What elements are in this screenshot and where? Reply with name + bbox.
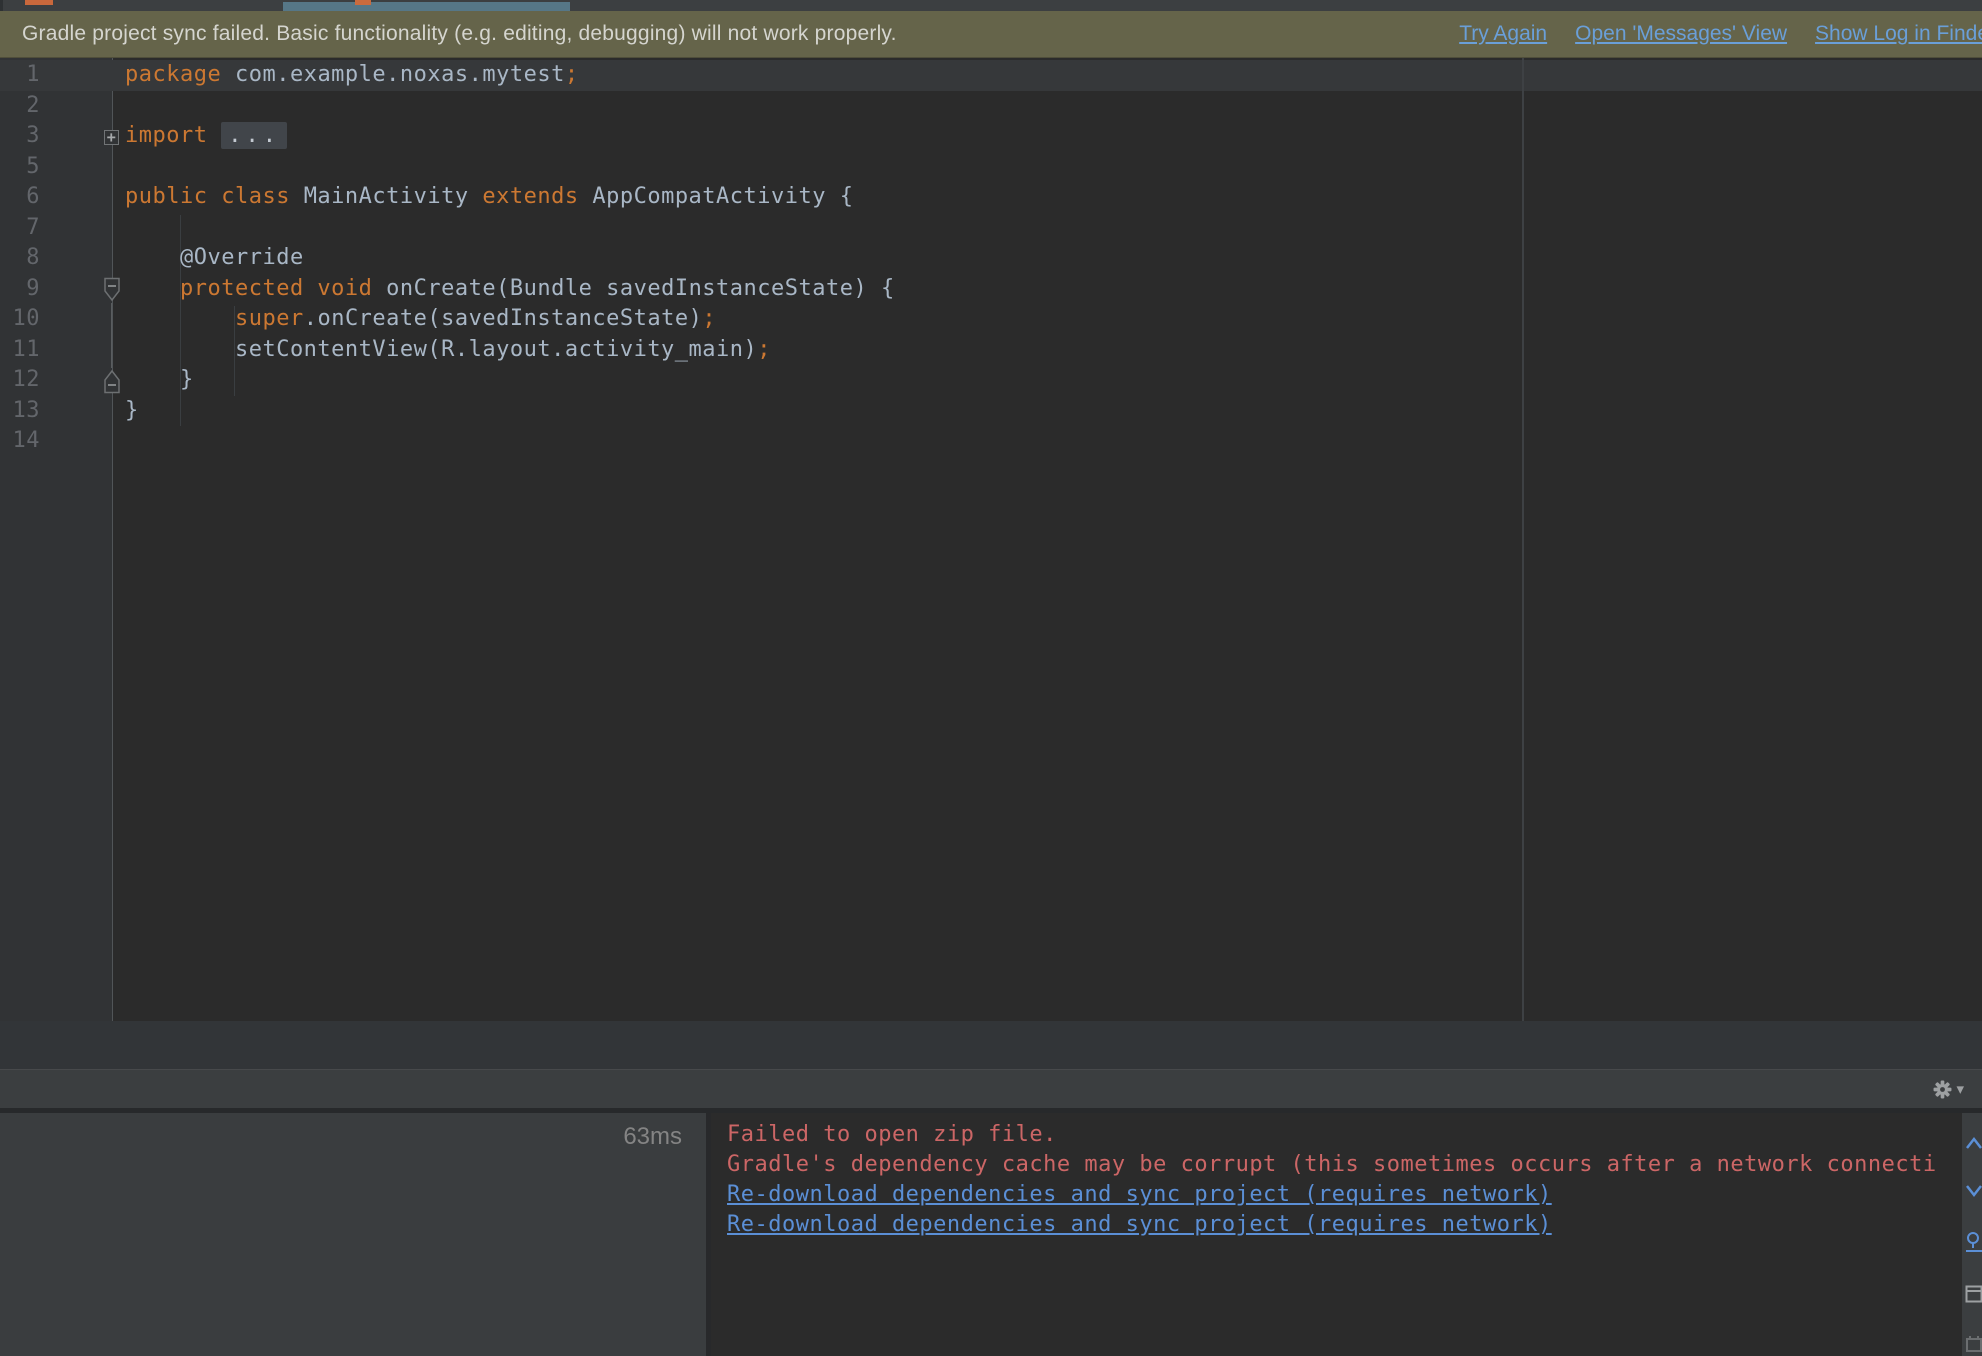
code-segment: MainActivity xyxy=(304,184,483,209)
line-number: 9 xyxy=(0,274,40,305)
code-segment: import xyxy=(125,123,221,148)
sync-duration-label: 63ms xyxy=(623,1123,682,1151)
frame-icon[interactable] xyxy=(1965,1285,1982,1303)
code-segment: package xyxy=(125,62,235,87)
settings-dim-icon[interactable] xyxy=(1965,1335,1982,1353)
soft-wrap-icon[interactable] xyxy=(1965,1231,1982,1253)
code-line: super.onCreate(savedInstanceState); xyxy=(125,304,895,335)
code-line xyxy=(125,426,895,457)
editor-tab-strip xyxy=(0,0,1982,11)
code-line: protected void onCreate(Bundle savedInst… xyxy=(125,274,895,305)
gradle-sync-banner: Gradle project sync failed. Basic functi… xyxy=(0,11,1982,58)
code-segment xyxy=(125,276,180,301)
console-side-toolbar xyxy=(1962,1113,1982,1356)
line-number: 10 xyxy=(0,304,40,335)
ide-window: Gradle project sync failed. Basic functi… xyxy=(0,0,1982,1356)
code-segment: AppCompatActivity { xyxy=(592,184,853,209)
editor-bottom-strip xyxy=(0,1021,1982,1069)
code-segment: ; xyxy=(757,337,771,362)
open-messages-view-link[interactable]: Open 'Messages' View xyxy=(1575,22,1787,45)
code-segment: } xyxy=(125,398,139,423)
code-segment: super xyxy=(235,306,304,331)
code-segment: extends xyxy=(482,184,592,209)
code-line xyxy=(125,152,895,183)
code-line: } xyxy=(125,396,895,427)
gear-icon xyxy=(1933,1080,1952,1099)
line-number: 8 xyxy=(0,243,40,274)
code-segment: com.example.noxas.mytest xyxy=(235,62,565,87)
code-line: @Override xyxy=(125,243,895,274)
line-number: 7 xyxy=(0,213,40,244)
line-number: 5 xyxy=(0,152,40,183)
line-number: 3 xyxy=(0,121,40,152)
fold-collapse-start-icon[interactable] xyxy=(101,277,123,303)
line-number: 1 xyxy=(0,60,40,91)
try-again-link[interactable]: Try Again xyxy=(1459,22,1547,45)
line-number: 6 xyxy=(0,182,40,213)
code-segment: .onCreate(savedInstanceState) xyxy=(304,306,703,331)
code-segment xyxy=(125,306,235,331)
code-segment: ; xyxy=(565,62,579,87)
navbar-icon-fragment xyxy=(25,0,53,5)
fold-collapse-end-icon[interactable] xyxy=(101,368,123,394)
code-line: } xyxy=(125,365,895,396)
code-text-area[interactable]: package com.example.noxas.mytest; import … xyxy=(125,60,895,457)
folded-code-placeholder[interactable]: ... xyxy=(221,122,287,149)
code-line: import ... xyxy=(125,121,895,152)
chevron-down-icon[interactable] xyxy=(1965,1183,1982,1199)
code-segment: setContentView(R.layout.activity_main) xyxy=(125,337,757,362)
banner-links: Try Again Open 'Messages' View Show Log in… xyxy=(1431,22,1982,46)
code-line xyxy=(125,91,895,122)
code-segment: } xyxy=(125,367,194,392)
show-log-in-finder-link[interactable]: Show Log in Finder xyxy=(1815,22,1982,45)
code-segment: ; xyxy=(702,306,716,331)
java-file-icon xyxy=(355,0,371,5)
fold-range-line xyxy=(111,303,112,368)
code-line: setContentView(R.layout.activity_main); xyxy=(125,335,895,366)
code-segment: protected void xyxy=(180,276,386,301)
code-segment: @Override xyxy=(125,245,304,270)
code-line xyxy=(125,213,895,244)
editor-gutter: 123567891011121314 xyxy=(0,60,40,457)
build-console[interactable]: Failed to open zip file.Gradle's depende… xyxy=(711,1113,1962,1356)
code-segment: onCreate(Bundle savedInstanceState) { xyxy=(386,276,895,301)
build-output-panel: 63ms Failed to open zip file.Gradle's de… xyxy=(0,1113,1982,1356)
code-editor[interactable]: 123567891011121314 + package com.example… xyxy=(0,58,1982,1021)
console-line: Failed to open zip file. xyxy=(727,1120,1962,1150)
console-line: Re-download dependencies and sync projec… xyxy=(727,1180,1962,1210)
right-margin-guide xyxy=(1522,58,1524,1021)
line-number: 2 xyxy=(0,91,40,122)
build-tree-pane[interactable]: 63ms xyxy=(0,1113,706,1356)
line-number: 12 xyxy=(0,365,40,396)
line-number: 11 xyxy=(0,335,40,366)
line-number: 14 xyxy=(0,426,40,457)
tool-window-toolbar: ▾ xyxy=(0,1069,1982,1108)
redownload-dependencies-link[interactable]: Re-download dependencies and sync projec… xyxy=(727,1182,1552,1207)
tool-window-options-button[interactable]: ▾ xyxy=(1933,1080,1964,1099)
line-number: 13 xyxy=(0,396,40,427)
console-line: Gradle's dependency cache may be corrupt… xyxy=(727,1150,1962,1180)
chevron-down-icon: ▾ xyxy=(1956,1080,1964,1098)
code-segment: public class xyxy=(125,184,304,209)
chevron-up-icon[interactable] xyxy=(1965,1135,1982,1151)
banner-message: Gradle project sync failed. Basic functi… xyxy=(22,22,897,46)
active-editor-tab[interactable] xyxy=(283,2,570,11)
fold-expand-icon[interactable]: + xyxy=(104,130,119,145)
code-line: package com.example.noxas.mytest; xyxy=(125,60,895,91)
code-line: public class MainActivity extends AppCom… xyxy=(125,182,895,213)
console-line: Re-download dependencies and sync projec… xyxy=(727,1210,1962,1240)
redownload-dependencies-link[interactable]: Re-download dependencies and sync projec… xyxy=(727,1212,1552,1237)
